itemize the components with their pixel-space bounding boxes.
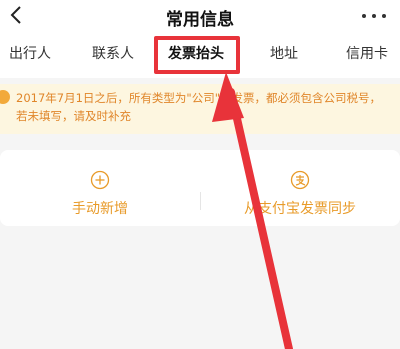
divider <box>200 192 201 210</box>
manual-add-label: 手动新增 <box>72 201 128 217</box>
tab-travelers[interactable]: 出行人 <box>9 44 51 64</box>
top-nav-bar: 常用信息 <box>0 0 400 32</box>
notice-banner: 2017年7月1日之后，所有类型为"公司"的发票，都必须包含公司税号，若未填写，… <box>0 84 400 134</box>
dot-icon <box>362 14 366 18</box>
sync-alipay-button[interactable]: 从支付宝发票同步 <box>200 150 400 226</box>
notice-text: 2017年7月1日之后，所有类型为"公司"的发票，都必须包含公司税号，若未填写，… <box>16 91 381 123</box>
tab-credit-card[interactable]: 信用卡 <box>346 44 388 64</box>
info-icon <box>0 90 10 104</box>
dot-icon <box>372 14 376 18</box>
sync-alipay-label: 从支付宝发票同步 <box>244 201 356 217</box>
annotation-highlight-box <box>154 36 240 74</box>
manual-add-button[interactable]: 手动新增 <box>0 150 200 226</box>
tab-address[interactable]: 地址 <box>270 44 298 64</box>
plus-circle-icon <box>90 170 110 190</box>
dot-icon <box>382 14 386 18</box>
tab-contacts[interactable]: 联系人 <box>92 44 134 64</box>
more-options-button[interactable] <box>362 8 386 24</box>
actions-card: 手动新增 从支付宝发票同步 <box>0 150 400 226</box>
page-title: 常用信息 <box>166 10 234 30</box>
alipay-icon <box>290 170 310 190</box>
